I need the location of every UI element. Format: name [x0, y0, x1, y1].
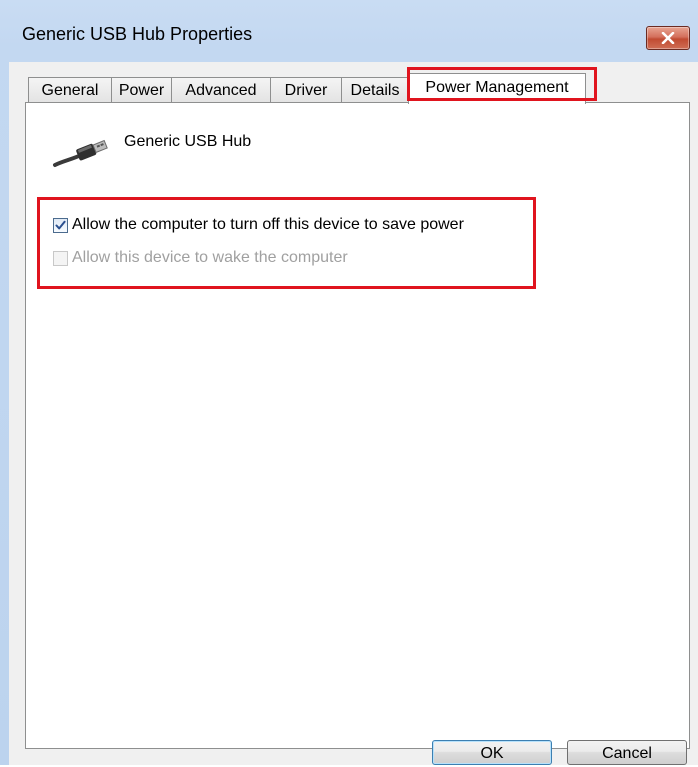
- options-highlight-box: [37, 197, 536, 289]
- allow-wake-checkbox: [53, 250, 68, 266]
- allow-turn-off-checkbox[interactable]: [53, 217, 68, 233]
- cancel-button[interactable]: Cancel: [567, 740, 687, 765]
- device-name: Generic USB Hub: [124, 133, 252, 150]
- allow-turn-off-label[interactable]: Allow the computer to turn off this devi…: [72, 216, 464, 234]
- allow-wake-option: Allow this device to wake the computer: [53, 246, 348, 270]
- properties-window: Generic USB Hub Properties General Power…: [0, 0, 698, 765]
- dialog-client-area: General Power Advanced Driver Details Po…: [9, 62, 698, 765]
- ok-button[interactable]: OK: [432, 740, 552, 765]
- close-button[interactable]: [646, 26, 690, 50]
- tab-advanced[interactable]: Advanced: [171, 77, 271, 103]
- title-bar[interactable]: Generic USB Hub Properties: [0, 0, 698, 62]
- tab-power[interactable]: Power: [111, 77, 172, 103]
- window-title: Generic USB Hub Properties: [22, 24, 253, 44]
- checkmark-icon: [55, 220, 66, 229]
- tab-power-management[interactable]: Power Management: [408, 73, 586, 104]
- allow-turn-off-option[interactable]: Allow the computer to turn off this devi…: [53, 213, 464, 237]
- tab-details[interactable]: Details: [341, 77, 409, 103]
- allow-wake-label: Allow this device to wake the computer: [72, 249, 348, 266]
- usb-cable-icon: [51, 131, 111, 171]
- tab-general[interactable]: General: [28, 77, 112, 103]
- tab-driver[interactable]: Driver: [270, 77, 342, 103]
- power-management-panel: Generic USB Hub Allow the computer to tu…: [25, 102, 690, 749]
- close-icon: [661, 32, 675, 44]
